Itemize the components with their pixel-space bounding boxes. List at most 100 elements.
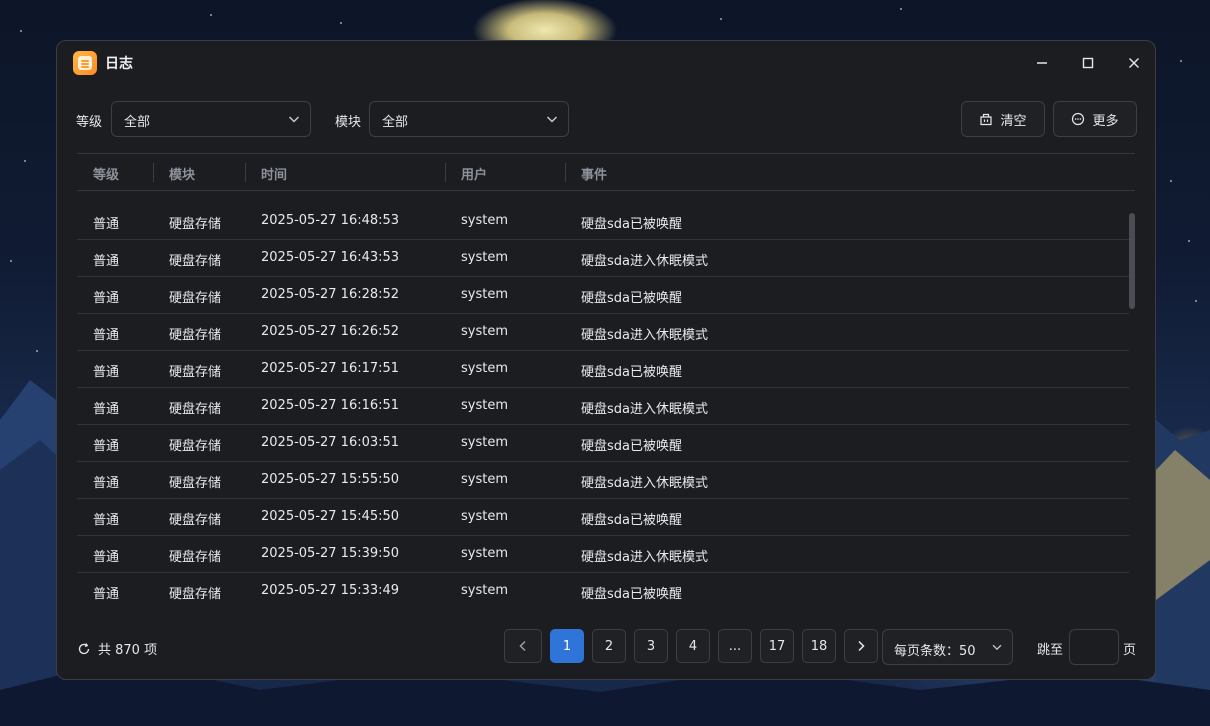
cell-level: 普通: [93, 217, 120, 232]
page-button[interactable]: 3: [634, 629, 668, 663]
table-footer: 共 870 项 1 2 3 4... 17 18 每页条数：50 跳至 页: [57, 629, 1155, 665]
cell-user: system: [461, 287, 508, 302]
cell-module: 硬盘存储: [169, 476, 222, 491]
column-header-user[interactable]: 用户: [461, 164, 487, 183]
table-row[interactable]: 普通 硬盘存储 2025-05-27 15:33:49 system 硬盘sda已被唤醒: [77, 573, 1129, 609]
table-row[interactable]: 普通 硬盘存储 2025-05-27 16:26:52 system 硬盘sda进入休眠…: [77, 314, 1129, 351]
table-row[interactable]: 普通 硬盘存储 2025-05-27 16:16:51 system 硬盘sda进入休眠…: [77, 388, 1129, 425]
table-row[interactable]: 普通 硬盘存储 2025-05-27 15:45:50 system 硬盘sda已被唤醒: [77, 499, 1129, 536]
next-page-button[interactable]: [844, 629, 878, 663]
clear-button[interactable]: 清空: [961, 101, 1045, 137]
table-row[interactable]: 普通 硬盘存储 2025-05-27 16:03:51 system 硬盘sda已被唤醒: [77, 425, 1129, 462]
cell-level: 普通: [93, 291, 120, 306]
minimize-icon: [1037, 62, 1047, 64]
jump-suffix: 页: [1123, 643, 1137, 658]
cell-time: 2025-05-27 16:16:51: [261, 398, 400, 413]
jump-page-input[interactable]: [1069, 629, 1119, 665]
cell-module: 硬盘存储: [169, 217, 222, 232]
chevron-left-icon: [519, 640, 526, 652]
cell-user: system: [461, 472, 508, 487]
level-filter-select[interactable]: 全部: [111, 101, 311, 137]
column-header-event[interactable]: 事件: [581, 164, 607, 183]
close-button[interactable]: [1119, 48, 1149, 78]
table-row[interactable]: 普通 硬盘存储 2025-05-27 16:48:53 system 硬盘sda已被唤醒: [77, 203, 1129, 240]
prev-page-button[interactable]: [504, 629, 542, 663]
table-row[interactable]: 普通 硬盘存储 2025-05-27 15:39:50 system 硬盘sda进入休眠…: [77, 536, 1129, 573]
page-button[interactable]: 18: [802, 629, 836, 663]
table-header: 等级 模块 时间 用户 事件: [77, 153, 1135, 191]
log-table-body: 普通 硬盘存储 2025-05-27 16:48:53 system 硬盘sda已被唤醒…: [77, 203, 1129, 609]
cell-time: 2025-05-27 16:43:53: [261, 250, 400, 265]
log-app-icon: [73, 51, 97, 75]
page-ellipsis[interactable]: ...: [718, 629, 752, 663]
cell-level: 普通: [93, 402, 120, 417]
page-button[interactable]: 1: [550, 629, 584, 663]
more-button[interactable]: 更多: [1053, 101, 1137, 137]
column-divider[interactable]: [245, 163, 246, 182]
page-size-select[interactable]: 每页条数：50: [882, 629, 1013, 665]
maximize-icon: [1082, 57, 1094, 69]
cell-module: 硬盘存储: [169, 439, 222, 454]
chevron-down-icon: [288, 116, 300, 123]
cell-module: 硬盘存储: [169, 328, 222, 343]
cell-user: system: [461, 324, 508, 339]
cell-time: 2025-05-27 15:45:50: [261, 509, 400, 524]
page-button[interactable]: 4: [676, 629, 710, 663]
level-filter-label: 等级: [76, 115, 103, 130]
cell-event: 硬盘sda进入休眠模式: [581, 402, 708, 417]
clear-button-label: 清空: [1000, 113, 1027, 129]
cell-user: system: [461, 583, 508, 598]
page-button[interactable]: 17: [760, 629, 794, 663]
cell-level: 普通: [93, 587, 120, 602]
trash-icon: [980, 113, 993, 126]
cell-module: 硬盘存储: [169, 513, 222, 528]
chevron-right-icon: [858, 640, 865, 652]
cell-level: 普通: [93, 328, 120, 343]
chevron-down-icon: [546, 116, 558, 123]
more-dots-icon: [1072, 112, 1085, 126]
column-header-module[interactable]: 模块: [169, 164, 195, 183]
refresh-icon[interactable]: [77, 642, 91, 656]
table-row[interactable]: 普通 硬盘存储 2025-05-27 15:55:50 system 硬盘sda进入休眠…: [77, 462, 1129, 499]
cell-time: 2025-05-27 16:03:51: [261, 435, 400, 450]
cell-event: 硬盘sda进入休眠模式: [581, 254, 708, 269]
jump-label: 跳至: [1037, 643, 1064, 658]
cell-level: 普通: [93, 550, 120, 565]
column-header-time[interactable]: 时间: [261, 164, 287, 183]
cell-time: 2025-05-27 15:39:50: [261, 546, 400, 561]
module-filter-select[interactable]: 全部: [369, 101, 569, 137]
cell-user: system: [461, 435, 508, 450]
cell-level: 普通: [93, 365, 120, 380]
level-filter-value: 全部: [124, 115, 151, 130]
log-window: 日志 等级 全部 模块 全部 清空 更多 等级 模块 时间 用户 事件 普通 硬…: [56, 40, 1156, 680]
title-bar[interactable]: 日志: [57, 41, 1155, 85]
cell-time: 2025-05-27 16:26:52: [261, 324, 400, 339]
cell-level: 普通: [93, 476, 120, 491]
cell-event: 硬盘sda已被唤醒: [581, 439, 682, 454]
page-button[interactable]: 2: [592, 629, 626, 663]
column-divider[interactable]: [445, 163, 446, 182]
cell-module: 硬盘存储: [169, 402, 222, 417]
cell-user: system: [461, 361, 508, 376]
table-row[interactable]: 普通 硬盘存储 2025-05-27 16:43:53 system 硬盘sda进入休眠…: [77, 240, 1129, 277]
close-icon: [1129, 58, 1139, 68]
total-count-text: 共 870 项: [98, 643, 158, 658]
cell-time: 2025-05-27 15:33:49: [261, 583, 400, 598]
cell-event: 硬盘sda已被唤醒: [581, 513, 682, 528]
maximize-button[interactable]: [1073, 48, 1103, 78]
cell-level: 普通: [93, 439, 120, 454]
table-row[interactable]: 普通 硬盘存储 2025-05-27 16:28:52 system 硬盘sda已被唤醒: [77, 277, 1129, 314]
minimize-button[interactable]: [1027, 48, 1057, 78]
table-scrollbar[interactable]: [1129, 213, 1135, 309]
total-count: 共 870 项: [77, 639, 157, 658]
column-divider[interactable]: [565, 163, 566, 182]
chevron-down-icon: [992, 644, 1002, 651]
table-row[interactable]: 普通 硬盘存储 2025-05-27 16:17:51 system 硬盘sda已被唤醒: [77, 351, 1129, 388]
module-filter-label: 模块: [335, 115, 362, 130]
cell-module: 硬盘存储: [169, 254, 222, 269]
column-divider[interactable]: [153, 163, 154, 182]
column-header-level[interactable]: 等级: [93, 164, 119, 183]
cell-time: 2025-05-27 16:28:52: [261, 287, 400, 302]
cell-user: system: [461, 509, 508, 524]
cell-time: 2025-05-27 16:17:51: [261, 361, 400, 376]
